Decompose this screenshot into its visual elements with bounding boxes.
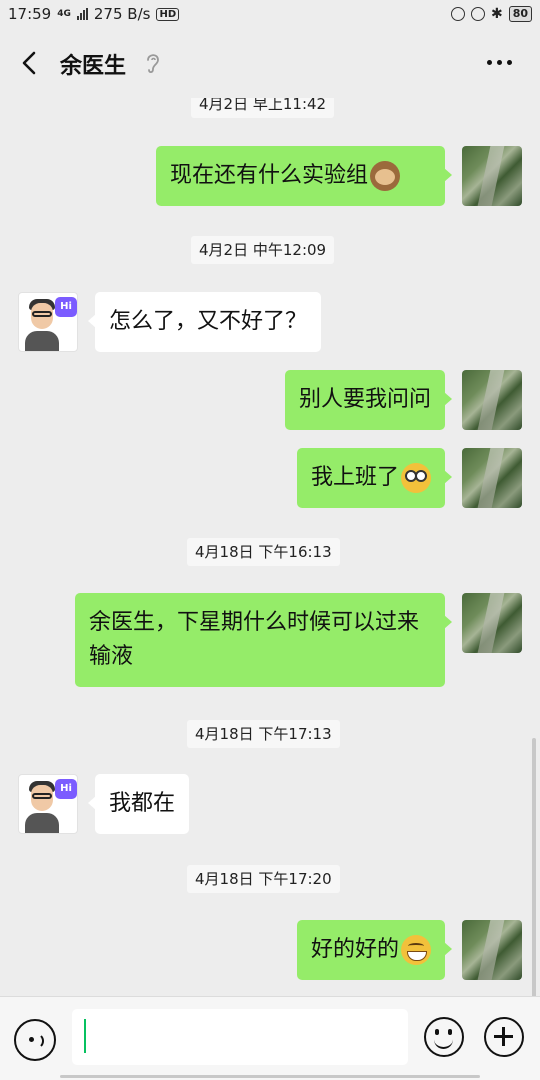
message-bubble[interactable]: 怎么了，又不好了？ — [87, 292, 322, 352]
chat-title[interactable]: 余医生 — [60, 48, 126, 80]
scrollbar[interactable] — [532, 738, 536, 996]
more-dots-icon[interactable] — [487, 60, 512, 65]
chat-messages[interactable]: 4月2日 早上11:42 现在还有什么实验组 4月2日 中午12:09 Hi 怎… — [0, 98, 540, 996]
message-bubble[interactable]: 我上班了 — [296, 448, 453, 508]
message-bubble[interactable]: 余医生，下星期什么时候可以过来输液 — [75, 593, 452, 687]
gesture-bar — [60, 1075, 480, 1078]
battery-indicator: 80 — [508, 6, 532, 22]
hi-badge: Hi — [55, 297, 77, 317]
text-caret — [84, 1019, 86, 1053]
message-text: 余医生，下星期什么时候可以过来输液 — [89, 610, 420, 669]
timestamp: 4月2日 早上11:42 — [191, 98, 335, 118]
hd-icon: HD — [156, 7, 180, 21]
message-text: 别人要我问问 — [298, 387, 431, 412]
message-text: 我都在 — [109, 791, 176, 816]
see-no-evil-monkey-icon — [370, 161, 401, 191]
contact-avatar[interactable]: Hi — [18, 292, 78, 352]
status-time: 17:59 — [8, 5, 52, 23]
message-text: 怎么了，又不好了？ — [109, 309, 308, 334]
ear-icon — [147, 54, 159, 74]
message-bubble[interactable]: 好的好的 — [296, 920, 453, 980]
bluetooth-icon: ✱ — [490, 6, 503, 22]
message-input[interactable] — [72, 1009, 408, 1065]
alarm-icon — [470, 7, 485, 21]
input-bar — [0, 996, 540, 1080]
status-bar: 17:59 4G 275 B/s HD ✱ 80 — [0, 0, 540, 28]
my-avatar[interactable] — [462, 370, 522, 430]
timestamp: 4月18日 下午17:13 — [187, 720, 340, 748]
message-bubble[interactable]: 别人要我问问 — [284, 370, 453, 430]
timestamp: 4月18日 下午17:20 — [187, 865, 340, 893]
network-type: 4G — [57, 9, 71, 19]
message-bubble[interactable]: 现在还有什么实验组 — [156, 146, 452, 206]
my-avatar[interactable] — [462, 920, 522, 980]
hi-badge: Hi — [55, 779, 77, 799]
voice-icon[interactable] — [14, 1019, 56, 1061]
timestamp: 4月2日 中午12:09 — [191, 236, 335, 264]
my-avatar[interactable] — [462, 448, 522, 508]
timestamp: 4月18日 下午16:13 — [187, 538, 340, 566]
emoji-icon[interactable] — [424, 1017, 464, 1057]
my-avatar[interactable] — [462, 593, 522, 653]
grinning-face-icon — [401, 935, 431, 965]
my-avatar[interactable] — [462, 146, 522, 206]
plus-icon[interactable] — [484, 1017, 524, 1057]
flushed-face-icon — [401, 463, 431, 493]
chat-header: 余医生 — [0, 28, 540, 98]
chevron-left-icon[interactable] — [16, 48, 44, 78]
message-text: 现在还有什么实验组 — [170, 163, 369, 188]
message-text: 好的好的 — [310, 937, 399, 962]
signal-icon — [76, 8, 88, 20]
message-bubble[interactable]: 我都在 — [87, 774, 190, 834]
message-text: 我上班了 — [310, 465, 399, 490]
contact-avatar[interactable]: Hi — [18, 774, 78, 834]
lock-rotation-icon — [450, 7, 465, 21]
network-speed: 275 B/s — [93, 5, 151, 23]
